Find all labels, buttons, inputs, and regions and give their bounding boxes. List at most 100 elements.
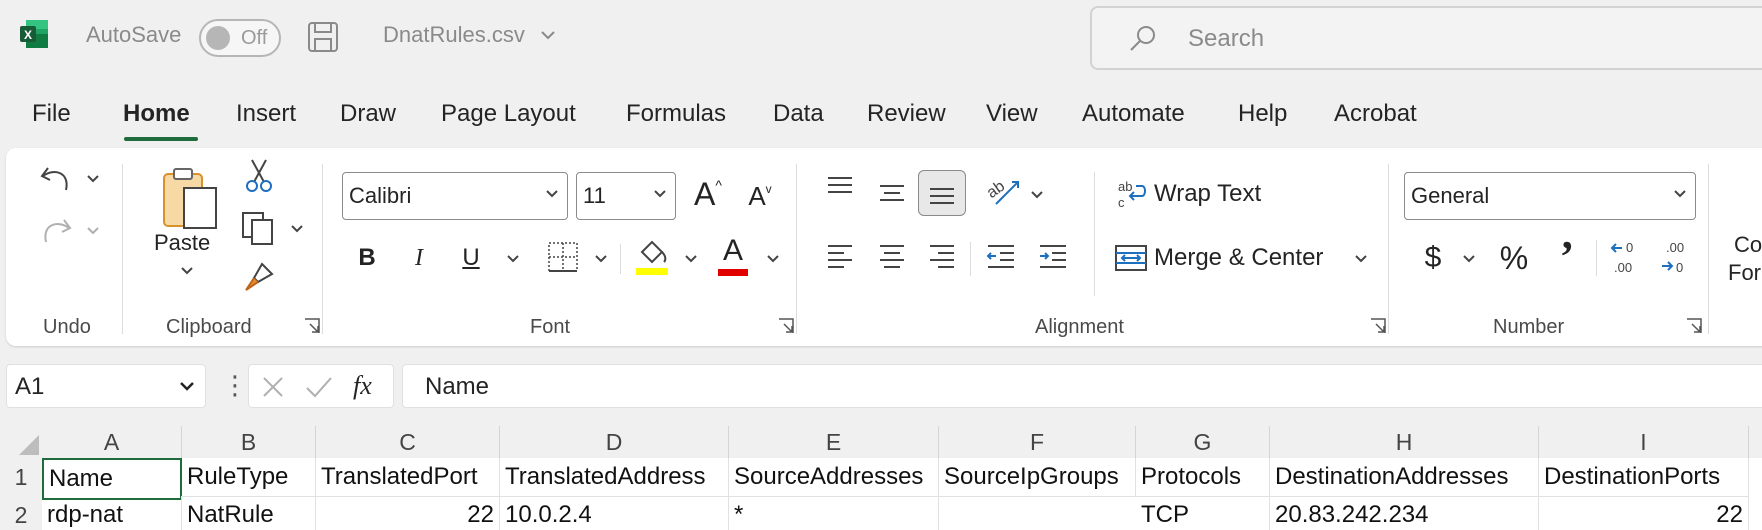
currency-button[interactable]: $ [1416,236,1450,280]
number-launcher-icon[interactable] [1686,318,1702,334]
row-header-1[interactable]: 1 [0,458,42,496]
column-header-h[interactable]: H [1270,426,1539,458]
save-icon[interactable] [306,20,340,54]
decrease-decimal-icon[interactable]: .00 0 [1658,238,1694,278]
align-left-icon[interactable] [824,242,856,272]
chevron-down-icon[interactable] [540,30,556,40]
undo-icon[interactable] [36,160,76,200]
cell-f2[interactable] [939,496,1136,497]
cell-d2[interactable]: 10.0.2.4 [500,496,729,530]
cell-f1[interactable]: SourceIpGroups [939,458,1136,497]
alignment-launcher-icon[interactable] [1370,318,1386,334]
format-painter-icon[interactable] [242,260,276,294]
column-header-c[interactable]: C [316,426,500,458]
decrease-indent-icon[interactable] [984,242,1018,272]
copy-chevron-icon[interactable] [290,224,304,234]
shrink-font-button[interactable]: A v [742,178,778,214]
copy-icon[interactable] [240,210,276,246]
grow-font-button[interactable]: A ^ [688,174,728,214]
align-right-icon[interactable] [926,242,958,272]
insert-function-button[interactable]: fx [353,371,372,401]
orientation-icon[interactable]: ab [982,172,1022,208]
number-format-dropdown[interactable]: General [1404,172,1696,220]
tab-view[interactable]: View [986,100,1038,128]
increase-indent-icon[interactable] [1036,242,1070,272]
fill-color-icon[interactable] [634,236,670,276]
cell-g1[interactable]: Protocols [1136,458,1270,497]
file-name[interactable]: DnatRules.csv [383,22,525,48]
tab-review[interactable]: Review [867,100,946,128]
search-input[interactable] [1188,21,1688,57]
redo-icon[interactable] [36,212,76,252]
underline-button[interactable]: U [456,238,486,278]
underline-chevron-icon[interactable] [506,254,520,264]
bold-button[interactable]: B [352,238,382,278]
column-header-a[interactable]: A [42,426,182,458]
font-launcher-icon[interactable] [778,318,794,334]
tab-automate[interactable]: Automate [1082,100,1185,128]
tab-help[interactable]: Help [1238,100,1287,128]
tab-draw[interactable]: Draw [340,100,396,128]
cell-b1[interactable]: RuleType [182,458,316,497]
tab-insert[interactable]: Insert [236,100,296,128]
paste-icon[interactable] [156,166,222,232]
cell-e1[interactable]: SourceAddresses [729,458,939,497]
cell-c2[interactable]: 22 [316,496,500,530]
font-color-chevron-icon[interactable] [766,254,780,264]
cell-e2[interactable]: * [729,496,939,530]
borders-chevron-icon[interactable] [594,254,608,264]
row-header-2[interactable]: 2 [0,496,42,530]
fill-color-chevron-icon[interactable] [684,254,698,264]
more-options-icon[interactable]: ⋮ [222,370,248,401]
select-all-button[interactable] [0,426,42,458]
clipboard-launcher-icon[interactable] [304,318,320,334]
cell-h1[interactable]: DestinationAddresses [1270,458,1539,497]
wrap-text-button[interactable]: ab c Wrap Text [1116,174,1261,214]
autosave-toggle[interactable]: Off [199,19,281,57]
column-header-f[interactable]: F [939,426,1136,458]
tab-file[interactable]: File [32,100,71,128]
comma-style-button[interactable]: ’ [1552,232,1582,281]
format-label-cut[interactable]: For [1728,260,1761,286]
currency-chevron-icon[interactable] [1462,254,1476,264]
italic-button[interactable]: I [404,238,434,278]
undo-chevron-icon[interactable] [86,174,100,184]
font-name-dropdown[interactable]: Calibri [342,172,568,220]
merge-center-button[interactable]: Merge & Center [1114,238,1323,278]
percent-button[interactable]: % [1494,236,1534,280]
align-center-icon[interactable] [876,242,908,272]
align-top-icon[interactable] [824,174,856,202]
tab-data[interactable]: Data [773,100,824,128]
increase-decimal-icon[interactable]: 0 .00 [1608,238,1644,278]
font-color-button[interactable]: A [716,232,750,278]
tab-page-layout[interactable]: Page Layout [441,100,576,128]
cell-a1[interactable]: Name [42,458,182,500]
column-header-d[interactable]: D [500,426,729,458]
cell-h2[interactable]: 20.83.242.234 [1270,496,1539,530]
redo-chevron-icon[interactable] [86,226,100,236]
merge-chevron-icon[interactable] [1354,254,1368,264]
column-header-b[interactable]: B [182,426,316,458]
paste-button-label[interactable]: Paste [154,230,210,256]
name-box[interactable]: A1 [6,364,206,408]
cell-c1[interactable]: TranslatedPort [316,458,500,497]
tab-acrobat[interactable]: Acrobat [1334,100,1417,128]
align-bottom-button[interactable] [918,170,966,216]
column-header-g[interactable]: G [1136,426,1270,458]
align-middle-icon[interactable] [876,180,908,208]
cut-icon[interactable] [244,158,274,194]
search-box[interactable] [1090,6,1762,70]
cell-a2[interactable]: rdp-nat [42,496,182,530]
cell-d1[interactable]: TranslatedAddress [500,458,729,497]
orientation-chevron-icon[interactable] [1030,190,1044,200]
tab-formulas[interactable]: Formulas [626,100,726,128]
cell-i2[interactable]: 22 [1539,496,1749,530]
cell-i1[interactable]: DestinationPorts [1539,458,1749,497]
tab-home[interactable]: Home [123,100,190,128]
enter-check-icon[interactable] [305,375,333,399]
font-size-dropdown[interactable]: 11 [576,172,676,220]
cell-g2[interactable]: TCP [1136,496,1270,530]
formula-input[interactable]: Name [402,364,1762,408]
column-header-i[interactable]: I [1539,426,1749,458]
cancel-icon[interactable] [261,375,285,399]
